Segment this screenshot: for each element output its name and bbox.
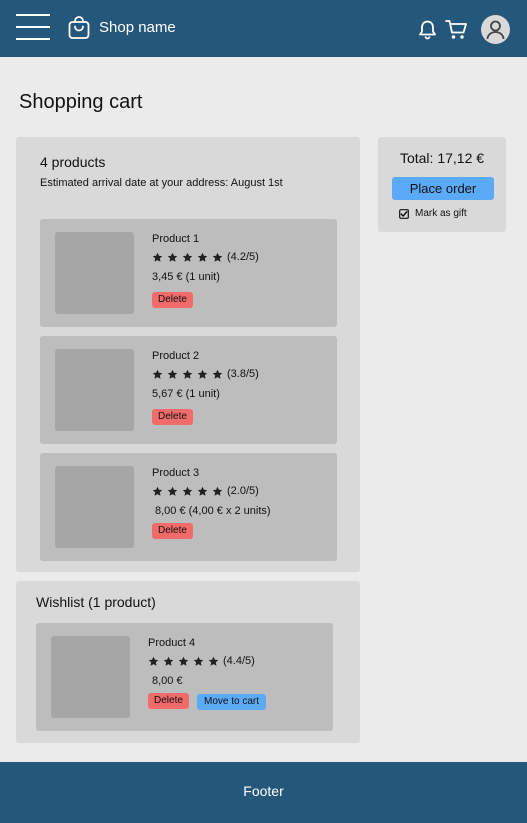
product-price: 3,45 € (1 unit) bbox=[152, 271, 220, 283]
cart-count: 4 products bbox=[40, 154, 106, 170]
rating-value: (2.0/5) bbox=[227, 485, 259, 497]
star-icon bbox=[167, 486, 178, 496]
star-icon bbox=[182, 252, 193, 262]
product-price: 5,67 € (1 unit) bbox=[152, 388, 220, 400]
arrival-estimate: Estimated arrival date at your address: … bbox=[40, 177, 283, 189]
star-icon bbox=[152, 252, 163, 262]
shopping-bag-icon[interactable] bbox=[67, 16, 91, 40]
star-rating: (3.8/5) bbox=[152, 368, 259, 380]
menu-icon[interactable] bbox=[16, 14, 50, 40]
checkbox-checked-icon[interactable] bbox=[399, 208, 409, 219]
product-thumbnail[interactable] bbox=[55, 349, 134, 431]
product-price: 8,00 € (4,00 € x 2 units) bbox=[155, 505, 271, 517]
delete-button[interactable]: Delete bbox=[152, 409, 193, 425]
cart-item: Product 3 (2.0/5) 8,00 € (4,00 € x 2 uni… bbox=[40, 453, 337, 561]
star-icon bbox=[152, 486, 163, 496]
star-icon bbox=[152, 369, 163, 379]
shop-name[interactable]: Shop name bbox=[99, 19, 176, 36]
star-rating: (4.2/5) bbox=[152, 251, 259, 263]
gift-label: Mark as gift bbox=[415, 208, 467, 219]
rating-value: (3.8/5) bbox=[227, 368, 259, 380]
star-icon bbox=[182, 369, 193, 379]
rating-value: (4.2/5) bbox=[227, 251, 259, 263]
rating-value: (4.4/5) bbox=[223, 655, 255, 667]
place-order-button[interactable]: Place order bbox=[392, 177, 494, 200]
star-icon bbox=[182, 486, 193, 496]
product-name[interactable]: Product 4 bbox=[148, 637, 195, 649]
star-icon bbox=[212, 486, 223, 496]
wishlist-item: Product 4 (4.4/5) 8,00 € Delete Move to … bbox=[36, 623, 333, 731]
star-icon bbox=[163, 656, 174, 666]
star-icon bbox=[197, 369, 208, 379]
star-icon bbox=[197, 486, 208, 496]
wishlist-title: Wishlist (1 product) bbox=[36, 594, 156, 610]
bell-icon[interactable] bbox=[417, 19, 438, 40]
order-summary: Total: 17,12 € Place order Mark as gift bbox=[378, 137, 506, 232]
star-icon bbox=[167, 252, 178, 262]
star-icon bbox=[193, 656, 204, 666]
product-thumbnail[interactable] bbox=[55, 232, 134, 314]
cart-item: Product 2 (3.8/5) 5,67 € (1 unit) Delete bbox=[40, 336, 337, 444]
order-total: Total: 17,12 € bbox=[399, 150, 485, 166]
product-thumbnail[interactable] bbox=[51, 636, 130, 718]
star-icon bbox=[178, 656, 189, 666]
wishlist-panel: Wishlist (1 product) Product 4 (4.4/5) 8… bbox=[16, 581, 360, 743]
cart-panel: 4 products Estimated arrival date at you… bbox=[16, 137, 360, 572]
delete-button[interactable]: Delete bbox=[152, 292, 193, 308]
star-icon bbox=[197, 252, 208, 262]
product-name[interactable]: Product 3 bbox=[152, 467, 199, 479]
move-to-cart-button[interactable]: Move to cart bbox=[197, 694, 267, 710]
star-icon bbox=[167, 369, 178, 379]
gift-checkbox[interactable]: Mark as gift bbox=[399, 208, 467, 219]
delete-button[interactable]: Delete bbox=[148, 693, 189, 709]
product-thumbnail[interactable] bbox=[55, 466, 134, 548]
product-price: 8,00 € bbox=[152, 675, 183, 687]
star-icon bbox=[212, 369, 223, 379]
footer: Footer bbox=[0, 762, 527, 823]
product-name[interactable]: Product 2 bbox=[152, 350, 199, 362]
footer-text: Footer bbox=[243, 783, 284, 799]
star-rating: (4.4/5) bbox=[148, 655, 255, 667]
cart-icon[interactable] bbox=[445, 19, 468, 40]
star-icon bbox=[148, 656, 159, 666]
user-avatar-icon[interactable] bbox=[481, 15, 510, 44]
star-icon bbox=[208, 656, 219, 666]
delete-button[interactable]: Delete bbox=[152, 523, 193, 539]
page-title: Shopping cart bbox=[19, 91, 143, 113]
cart-item: Product 1 (4.2/5) 3,45 € (1 unit) Delete bbox=[40, 219, 337, 327]
product-name[interactable]: Product 1 bbox=[152, 233, 199, 245]
top-bar: Shop name bbox=[0, 0, 527, 57]
star-icon bbox=[212, 252, 223, 262]
star-rating: (2.0/5) bbox=[152, 485, 259, 497]
